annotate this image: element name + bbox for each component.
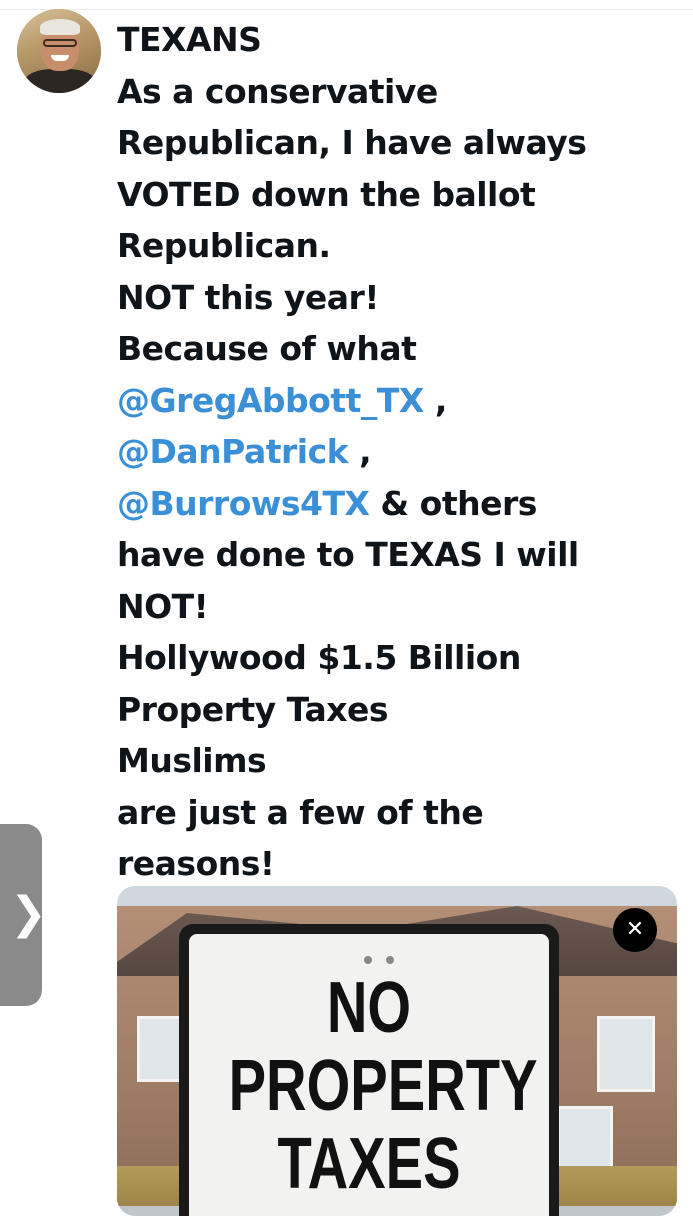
no-property-taxes-sign: NO PROPERTY TAXES: [179, 924, 559, 1216]
post-line: Hollywood $1.5 Billion: [117, 638, 521, 677]
post-line: Property Taxes: [117, 689, 389, 729]
mention-link-burrows[interactable]: @Burrows4TX: [117, 484, 370, 523]
mention-suffix: ,: [423, 380, 448, 420]
sign-face: NO PROPERTY TAXES: [189, 934, 549, 1216]
close-icon[interactable]: ✕: [613, 908, 657, 952]
mention-suffix: ,: [348, 432, 372, 471]
avatar-glasses: [43, 39, 77, 47]
post-line: VOTED down the ballot: [117, 174, 536, 214]
author-avatar[interactable]: [17, 9, 101, 93]
avatar-hair: [40, 19, 80, 35]
post-line: TEXANS: [117, 20, 262, 59]
post-line: Because of what: [117, 329, 417, 368]
post-text: TEXANS As a conservative Republican, I h…: [117, 14, 677, 890]
sign-bolt: [364, 956, 372, 964]
house-window: [137, 1016, 183, 1082]
side-panel-toggle[interactable]: ❯: [0, 824, 47, 1006]
post-line: have done to TEXAS I will: [117, 535, 579, 574]
sign-line-no: NO: [326, 968, 412, 1048]
house-window: [557, 1106, 613, 1172]
post-line-mention: @DanPatrick ,: [117, 426, 677, 478]
sign-line-property: PROPERTY: [228, 1046, 538, 1126]
post-media-image[interactable]: NO PROPERTY TAXES ✕: [117, 886, 677, 1216]
sign-line-taxes: TAXES: [277, 1124, 461, 1204]
post-line: As a conservative: [117, 71, 438, 111]
avatar-shirt: [25, 69, 95, 93]
house-window: [597, 1016, 655, 1092]
post-line: are just a few of the: [117, 792, 484, 832]
top-divider: [0, 9, 693, 10]
mention-link-danpatrick[interactable]: @DanPatrick: [117, 432, 349, 471]
mention-link-gregabbott[interactable]: @GregAbbott_TX: [117, 381, 424, 420]
post-line: NOT this year!: [117, 277, 379, 317]
post-line: Republican, I have always: [117, 123, 587, 162]
post-line-mention: @Burrows4TX & others: [117, 478, 677, 530]
post-line: NOT!: [117, 586, 209, 626]
post-line: Republican.: [117, 226, 331, 265]
post-line: reasons!: [117, 844, 275, 883]
mention-suffix: & others: [369, 483, 537, 523]
chevron-right-icon: ❯: [10, 888, 47, 939]
post-line-mention: @GregAbbott_TX ,: [117, 375, 677, 427]
sign-bolt: [386, 956, 394, 964]
post-line: Muslims: [117, 741, 267, 780]
